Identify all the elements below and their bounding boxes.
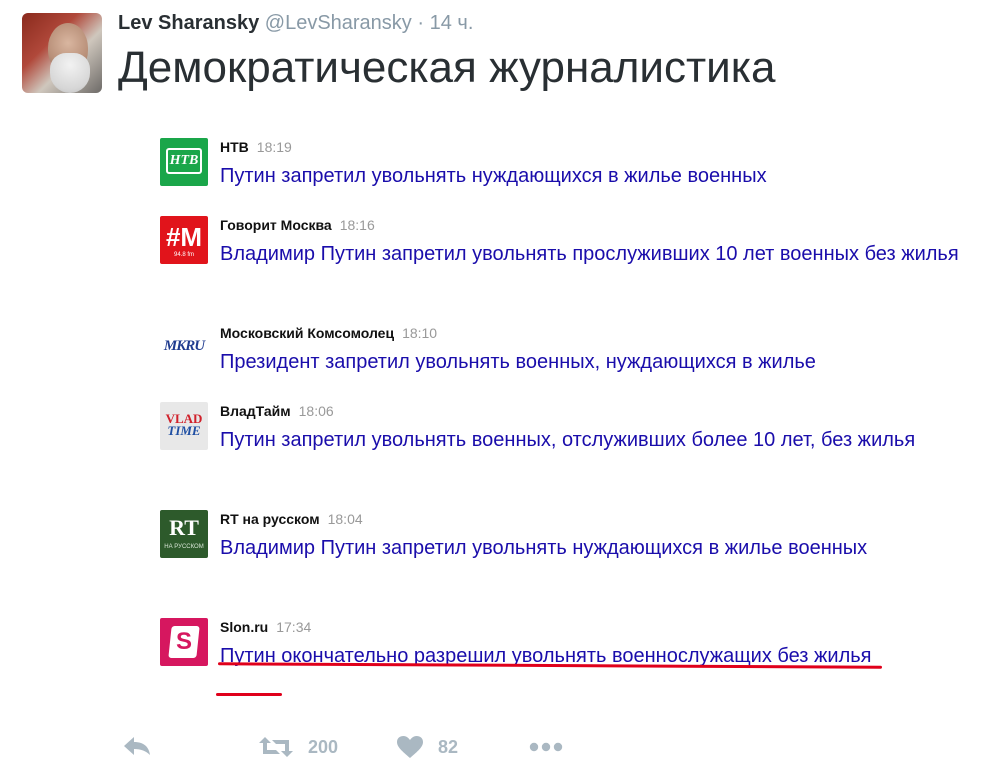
news-time: 18:06 [298,403,334,419]
news-meta: НТВ 18:19 [220,138,292,156]
tweet-actions: 200 82 [118,735,718,765]
like-button[interactable]: 82 [396,735,458,759]
reply-icon [124,737,150,755]
news-meta: RT на русском 18:04 [220,510,363,528]
like-count: 82 [438,736,459,757]
author-name[interactable]: Lev Sharansky [118,12,259,34]
news-meta: Московский Комсомолец 18:10 [220,324,437,342]
news-time: 17:34 [276,619,312,635]
news-source: ВладТайм [220,403,291,419]
news-headline[interactable]: Владимир Путин запретил увольнять прослу… [220,240,960,269]
gm-logo-text: #M [165,222,203,252]
govorit-moskva-logo: #M 94.8 fm [160,216,208,264]
mk-logo-text: MKRU [163,338,205,354]
vt-logo-text2: TIME [167,423,201,438]
mk-logo: MKRU [160,324,208,372]
heart-icon [397,736,423,758]
news-time: 18:10 [402,325,438,341]
news-meta: ВладТайм 18:06 [220,402,334,420]
news-time: 18:16 [339,217,375,233]
news-time: 18:04 [327,511,363,527]
news-meta: Говорит Москва 18:16 [220,216,375,234]
slon-logo-text: S [175,628,192,655]
news-source: Московский Комсомолец [220,325,395,341]
news-meta: Slon.ru 17:34 [220,618,311,636]
tweet-header: Lev Sharansky @LevSharansky · 14 ч. [118,10,473,36]
retweet-icon [259,737,293,757]
news-time: 18:19 [256,139,292,155]
vladtime-logo: VLAD TIME [160,402,208,450]
gm-logo-sub: 94.8 fm [173,252,194,258]
ntv-logo: НТВ [160,138,208,186]
slon-logo: S [160,618,208,666]
name-line: Lev Sharansky @LevSharansky · 14 ч. [118,10,473,36]
news-headline[interactable]: Путин запретил увольнять военных, отслуж… [220,426,960,455]
news-headline[interactable]: Путин запретил увольнять нуждающихся в ж… [220,162,960,191]
separator-dot: · [417,12,425,34]
retweet-count: 200 [308,736,339,757]
red-underline [216,693,282,696]
news-source: НТВ [220,139,249,155]
more-button[interactable] [528,735,564,759]
news-source: Говорит Москва [220,217,332,233]
news-headline[interactable]: Президент запретил увольнять военных, ну… [220,348,960,377]
avatar-beard [50,53,90,93]
rt-logo-text: RT [169,515,199,540]
retweet-button[interactable]: 200 [258,735,338,759]
tweet-text: Демократическая журналистика [118,43,776,92]
news-headline[interactable]: Владимир Путин запретил увольнять нуждаю… [220,534,960,563]
news-source: Slon.ru [220,619,269,635]
reply-button[interactable] [122,735,152,757]
ntv-logo-text: НТВ [169,153,199,168]
rt-logo: RT НА РУССКОМ [160,510,208,558]
news-source: RT на русском [220,511,320,527]
tweet-time[interactable]: 14 ч. [430,12,474,34]
rt-logo-sub: НА РУССКОМ [164,544,204,550]
author-handle[interactable]: @LevSharansky [265,12,412,34]
more-icon [529,742,563,752]
author-avatar[interactable] [22,13,102,93]
